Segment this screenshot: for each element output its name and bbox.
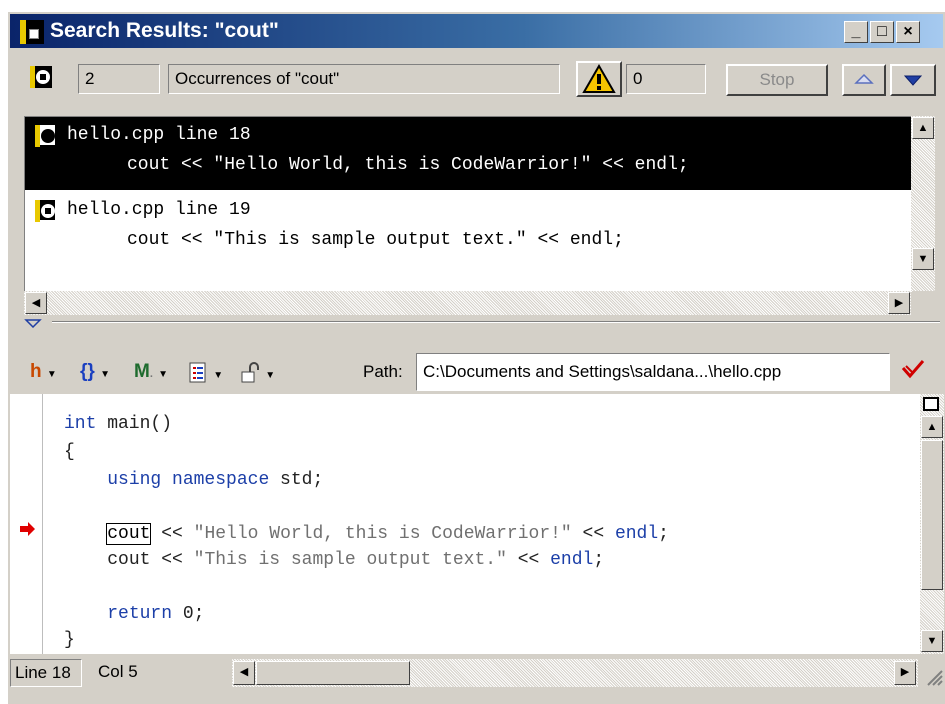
breakpoint-arrow-icon[interactable]: [20, 522, 36, 541]
resize-grip-icon[interactable]: [922, 663, 944, 687]
code-line-8: return 0;: [107, 604, 205, 624]
stop-button[interactable]: Stop: [726, 64, 828, 96]
editor-vertical-scrollbar[interactable]: ▲ ▼: [920, 394, 944, 654]
header-icon: h: [30, 361, 42, 382]
results-vertical-scrollbar[interactable]: ▲ ▼: [911, 116, 935, 291]
document-icon: [189, 362, 206, 383]
window-title: Search Results: "cout": [50, 19, 279, 42]
code-line-2: {: [64, 442, 75, 462]
warnings-count: 0: [626, 64, 706, 94]
check-icon: [901, 360, 925, 379]
scroll-left-button[interactable]: ◀: [25, 292, 47, 314]
scroll-thumb[interactable]: [921, 440, 943, 590]
result-item-2[interactable]: hello.cpp line 19 cout << "This is sampl…: [25, 192, 912, 265]
down-arrow-icon: [903, 75, 923, 86]
code-line-9: }: [64, 630, 75, 650]
chevron-down-icon: ▼: [100, 369, 110, 380]
title-bar[interactable]: Search Results: "cout" _ □ ×: [10, 14, 943, 48]
chevron-down-icon: ▼: [158, 369, 169, 380]
scroll-right-button[interactable]: ▶: [888, 292, 910, 314]
minimize-button[interactable]: _: [844, 21, 868, 43]
code-line-6: cout << "This is sample output text." <<…: [107, 550, 605, 570]
chevron-down-icon: ▼: [213, 370, 224, 382]
column-indicator: Col 5: [98, 662, 138, 681]
chevron-down-icon: ▼: [265, 370, 276, 382]
braces-icon: {}: [80, 361, 95, 382]
chevron-down-icon: ▼: [46, 369, 57, 380]
editor-horizontal-scrollbar[interactable]: ◀ ▶: [232, 659, 918, 687]
unlock-icon: [241, 362, 259, 383]
scroll-up-button[interactable]: ▲: [921, 416, 943, 438]
result-code: cout << "This is sample output text." <<…: [127, 230, 624, 250]
splitter-collapse-icon[interactable]: [24, 315, 48, 329]
scroll-up-button[interactable]: ▲: [912, 117, 934, 139]
window-icon: [20, 20, 44, 44]
occurrence-count: 2: [78, 64, 160, 94]
markers-icon: M: [134, 361, 150, 382]
result-code: cout << "Hello World, this is CodeWarrio…: [127, 155, 689, 175]
warning-icon: [582, 64, 616, 93]
document-settings-menu[interactable]: ▼: [188, 362, 223, 386]
maximize-button[interactable]: □: [870, 21, 894, 43]
status-bar: Line 18 Col 5 ◀ ▶: [10, 655, 945, 704]
checkmark-menu[interactable]: [900, 358, 926, 389]
code-line-5: cout << "Hello World, this is CodeWarrio…: [106, 523, 669, 545]
results-list: hello.cpp line 18 cout << "Hello World, …: [24, 116, 912, 292]
search-results-window: Search Results: "cout" _ □ × 2 Occurrenc…: [6, 10, 945, 704]
scroll-right-button[interactable]: ▶: [894, 661, 916, 685]
version-control-menu[interactable]: ▼: [240, 362, 275, 386]
code-line-1: int main(): [64, 414, 173, 434]
next-result-button[interactable]: [890, 64, 936, 96]
close-button[interactable]: ×: [896, 21, 920, 43]
scroll-down-button[interactable]: ▼: [921, 630, 943, 652]
scroll-thumb[interactable]: [256, 661, 410, 685]
result-file-line: hello.cpp line 18: [67, 125, 251, 145]
warnings-button[interactable]: [576, 61, 622, 97]
search-match: cout: [106, 523, 152, 545]
split-pane-icon[interactable]: [923, 397, 939, 411]
path-field[interactable]: C:\Documents and Settings\saldana...\hel…: [416, 353, 890, 391]
scroll-left-button[interactable]: ◀: [233, 661, 255, 685]
occurrences-label: Occurrences of "cout": [168, 64, 560, 94]
scroll-down-button[interactable]: ▼: [912, 248, 934, 270]
previous-result-button[interactable]: [842, 64, 886, 96]
functions-menu[interactable]: {} ▼: [80, 362, 110, 385]
header-files-menu[interactable]: h ▼: [30, 362, 57, 385]
path-label: Path:: [363, 362, 403, 381]
result-file-line: hello.cpp line 19: [67, 200, 251, 220]
results-horizontal-scrollbar[interactable]: ◀ ▶: [24, 291, 911, 315]
up-arrow-icon: [854, 73, 874, 84]
code-line-3: using namespace std;: [107, 470, 324, 490]
line-indicator: Line 18: [10, 659, 82, 687]
file-icon: [35, 125, 55, 147]
file-icon: [35, 200, 55, 222]
code-editor[interactable]: int main() { using namespace std; cout <…: [10, 394, 920, 654]
markers-menu[interactable]: M. ▼: [134, 362, 168, 385]
file-icon: [30, 66, 52, 88]
result-item-1[interactable]: hello.cpp line 18 cout << "Hello World, …: [25, 117, 912, 190]
